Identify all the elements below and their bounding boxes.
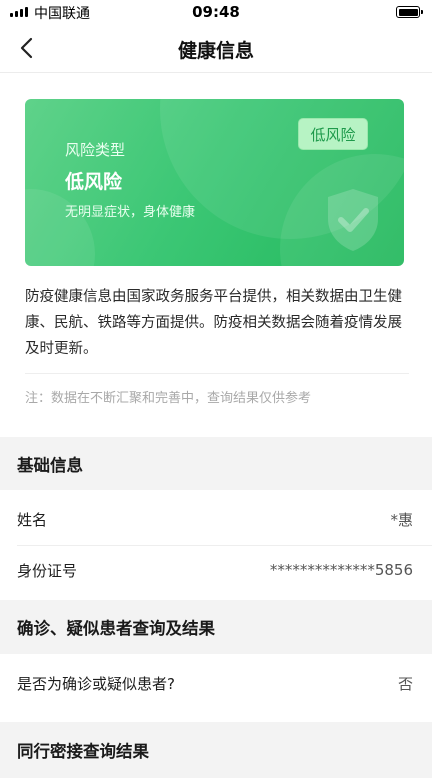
divider [25, 373, 409, 374]
disclaimer-note: 注：数据在不断汇聚和完善中，查询结果仅供参考 [25, 391, 312, 406]
battery-icon [396, 6, 423, 18]
status-bar: 中国联通 09:48 [0, 0, 432, 24]
status-time: 09:48 [192, 3, 240, 21]
risk-type-label: 风险类型 [65, 141, 126, 159]
row-label: 姓名 [17, 510, 48, 529]
row-value: *惠 [390, 510, 413, 529]
section-header-basic-info: 基础信息 [0, 437, 432, 490]
info-row-diagnosis: 是否为确诊或疑似患者? 否 [0, 656, 432, 710]
navigation-bar: 健康信息 [0, 24, 432, 73]
risk-badge: 低风险 [298, 118, 368, 150]
risk-card: 风险类型 低风险 无明显症状，身体健康 低风险 [25, 99, 404, 266]
row-value: **************5856 [269, 561, 413, 579]
info-row-name: 姓名 *惠 [0, 492, 432, 546]
row-label: 身份证号 [17, 561, 78, 580]
info-row-id-number: 身份证号 **************5856 [0, 543, 432, 597]
row-value: 否 [397, 674, 413, 693]
section-header-diagnosis: 确诊、疑似患者查询及结果 [0, 600, 432, 654]
row-label: 是否为确诊或疑似患者? [17, 674, 175, 693]
shield-check-icon [328, 189, 378, 251]
data-source-notice: 防疫健康信息由国家政务服务平台提供，相关数据由卫生健康、民航、铁路等方面提供。防… [25, 289, 402, 357]
page-title: 健康信息 [177, 40, 254, 62]
risk-description: 无明显症状，身体健康 [65, 205, 196, 220]
risk-level: 低风险 [65, 171, 123, 193]
section-header-contact: 同行密接查询结果 [0, 722, 432, 778]
